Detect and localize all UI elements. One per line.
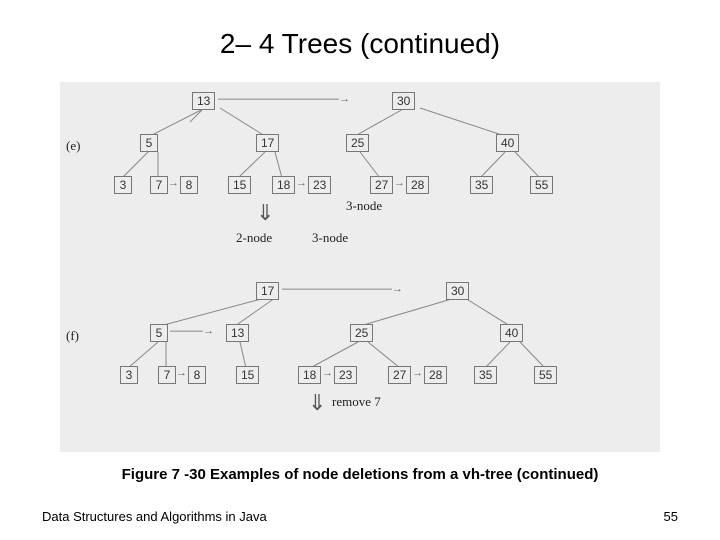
e-n3: 3 — [114, 176, 132, 194]
hlink-icon: ———→ — [170, 325, 214, 337]
f-n35: 35 — [474, 366, 497, 384]
figure-area: (e) 13 30 — [60, 82, 660, 452]
f-n15: 15 — [236, 366, 259, 384]
e-n15: 15 — [228, 176, 251, 194]
f-n18: 18 — [298, 366, 321, 384]
label-3node-top: 3-node — [346, 198, 382, 214]
f-n25: 25 — [350, 324, 373, 342]
e-root-30: 30 — [392, 92, 415, 110]
f-n3: 3 — [120, 366, 138, 384]
e-n40: 40 — [496, 134, 519, 152]
e-n18: 18 — [272, 176, 295, 194]
f-n23: 23 — [334, 366, 357, 384]
e-n7: 7 — [150, 176, 168, 194]
footer-book-title: Data Structures and Algorithms in Java — [42, 509, 267, 524]
hlink-icon: → — [176, 367, 187, 379]
hlink-icon: → — [168, 177, 179, 189]
f-root-17: 17 — [256, 282, 279, 300]
e-n55: 55 — [530, 176, 553, 194]
e-n23: 23 — [308, 176, 331, 194]
f-n13: 13 — [226, 324, 249, 342]
f-root-30: 30 — [446, 282, 469, 300]
hlink-icon: → — [412, 367, 423, 379]
f-n28: 28 — [424, 366, 447, 384]
label-3node-b: 3-node — [312, 230, 348, 246]
panel-f-label: (f) — [66, 328, 79, 344]
e-n5: 5 — [140, 134, 158, 152]
e-root-13: 13 — [192, 92, 215, 110]
panel-e-label: (e) — [66, 138, 80, 154]
e-n25: 25 — [346, 134, 369, 152]
e-n17: 17 — [256, 134, 279, 152]
f-n7: 7 — [158, 366, 176, 384]
label-2node: 2-node — [236, 230, 272, 246]
down-arrow-icon: ⇓ — [256, 200, 274, 226]
hlink-icon: → — [322, 367, 333, 379]
figure-caption: Figure 7 -30 Examples of node deletions … — [0, 466, 720, 483]
f-n5: 5 — [150, 324, 168, 342]
e-n35: 35 — [470, 176, 493, 194]
e-n8: 8 — [180, 176, 198, 194]
hlink-icon: ———————————→ — [218, 93, 350, 105]
e-n28: 28 — [406, 176, 429, 194]
hlink-icon: ——————————→ — [282, 283, 403, 295]
e-n27: 27 — [370, 176, 393, 194]
label-remove7: remove 7 — [332, 394, 381, 410]
down-arrow-icon: ⇓ — [308, 390, 326, 416]
hlink-icon: → — [296, 177, 307, 189]
f-n27: 27 — [388, 366, 411, 384]
footer-page-number: 55 — [664, 509, 678, 524]
hlink-icon: → — [394, 177, 405, 189]
f-n8: 8 — [188, 366, 206, 384]
f-n40: 40 — [500, 324, 523, 342]
page-title: 2– 4 Trees (continued) — [0, 0, 720, 72]
f-n55: 55 — [534, 366, 557, 384]
